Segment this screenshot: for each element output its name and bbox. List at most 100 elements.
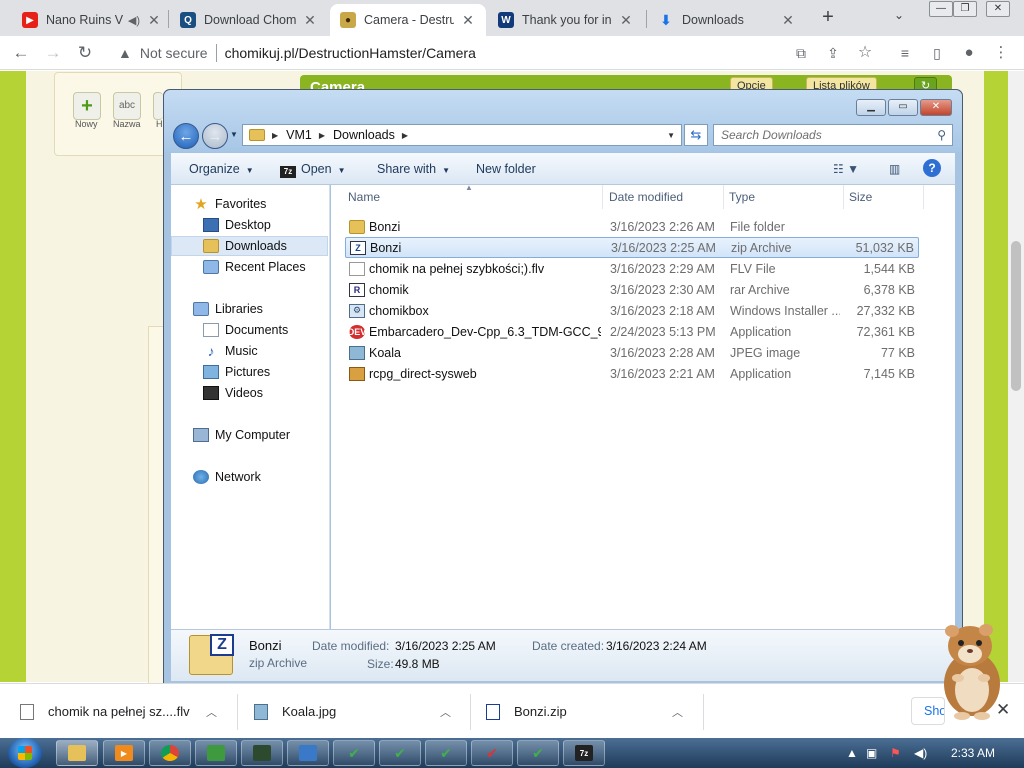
close-tab-icon[interactable]: ✕ <box>460 12 476 29</box>
partial-tool-icon[interactable] <box>153 92 163 120</box>
search-icon[interactable]: ⚲ <box>937 128 946 142</box>
taskbar-app-terminal[interactable] <box>241 740 283 766</box>
back-arrow-icon[interactable]: ← <box>173 123 199 149</box>
menu-kebab-icon[interactable]: ⋮ <box>990 42 1012 64</box>
tab-camera[interactable]: ● Camera - Destruc ✕ <box>330 4 486 36</box>
nav-pictures[interactable]: Pictures <box>171 362 328 382</box>
file-row[interactable]: Koala 3/16/2023 2:28 AM JPEG image 77 KB <box>345 342 919 363</box>
speaker-icon[interactable]: ◀) <box>128 14 140 27</box>
taskbar-app-check-3[interactable]: ✔ <box>425 740 467 766</box>
change-view-icon[interactable]: ☷ ▼ <box>833 162 859 176</box>
bookmark-star-icon[interactable]: ☆ <box>854 42 876 64</box>
file-row-selected[interactable]: Z Bonzi 3/16/2023 2:25 AM zip Archive 51,03… <box>345 237 919 258</box>
help-icon[interactable]: ? <box>923 159 941 177</box>
file-row[interactable]: ⚙ chomikbox 3/16/2023 2:18 AM Windows Inst… <box>345 300 919 321</box>
close-tab-icon[interactable]: ✕ <box>302 12 318 29</box>
close-tab-icon[interactable]: ✕ <box>618 12 634 29</box>
close-window-icon[interactable]: ✕ <box>986 1 1010 17</box>
close-tab-icon[interactable]: ✕ <box>146 12 162 29</box>
nav-favorites[interactable]: ★ Favorites <box>171 194 328 214</box>
chevron-up-icon[interactable]: ︿ <box>206 704 217 720</box>
taskbar-app-check-2[interactable]: ✔ <box>379 740 421 766</box>
restore-window-icon[interactable]: ❐ <box>953 1 977 17</box>
search-input[interactable]: Search Downloads ⚲ <box>713 124 953 146</box>
nav-network[interactable]: Network <box>171 467 328 487</box>
side-panel-icon[interactable]: ▯ <box>926 42 948 64</box>
taskbar-explorer[interactable] <box>56 740 98 766</box>
nav-desktop[interactable]: Desktop <box>171 215 328 235</box>
action-center-icon[interactable]: ⚑ <box>890 746 901 760</box>
close-button[interactable]: ✕ <box>920 99 952 116</box>
preview-pane-icon[interactable]: ▥ <box>889 162 900 176</box>
column-header-date[interactable]: Date modified <box>604 185 724 209</box>
taskbar-app-green[interactable] <box>195 740 237 766</box>
taskbar-app-red[interactable]: ✔ <box>471 740 513 766</box>
close-tab-icon[interactable]: ✕ <box>780 12 796 29</box>
volume-icon[interactable]: ◀) <box>914 746 927 760</box>
download-item-flv[interactable]: chomik na pełnej sz....flv ︿ <box>20 684 236 739</box>
omnibox[interactable]: ▲ Not secure chomikuj.pl/DestructionHams… <box>110 39 782 67</box>
nav-documents[interactable]: Documents <box>171 320 328 340</box>
file-row[interactable]: rcpg_direct-sysweb 3/16/2023 2:21 AM Appli… <box>345 363 919 384</box>
file-row[interactable]: Bonzi 3/16/2023 2:26 AM File folder <box>345 216 919 237</box>
chevron-up-icon[interactable]: ︿ <box>440 704 451 720</box>
media-queue-icon[interactable]: ≡ <box>894 42 916 64</box>
start-button[interactable] <box>8 738 42 768</box>
tab-download-chomikbox[interactable]: Q Download Chomi ✕ <box>170 4 328 36</box>
tray-expand-icon[interactable]: ▲ <box>846 746 858 760</box>
scrollbar-thumb[interactable] <box>1011 241 1021 391</box>
tab-search-chevron-icon[interactable]: ⌄ <box>894 8 904 22</box>
taskbar-media-player[interactable]: ▶ <box>103 740 145 766</box>
tab-downloads[interactable]: ⬇ Downloads ✕ <box>648 4 806 36</box>
minimize-button[interactable]: ▁ <box>856 99 886 116</box>
url-text[interactable]: chomikuj.pl/DestructionHamster/Camera <box>225 45 476 61</box>
file-row[interactable]: R chomik 3/16/2023 2:30 AM rar Archive 6,37… <box>345 279 919 300</box>
file-row[interactable]: chomik na pełnej szybkości;).flv 3/16/202… <box>345 258 919 279</box>
taskbar-7zip[interactable]: 7z <box>563 740 605 766</box>
translate-icon[interactable]: ⧉ <box>790 42 812 64</box>
chevron-up-icon[interactable]: ︿ <box>672 704 683 720</box>
file-row[interactable]: DEV Embarcadero_Dev-Cpp_6.3_TDM-GCC_9...… <box>345 321 919 342</box>
taskbar-app-check-4[interactable]: ✔ <box>517 740 559 766</box>
nav-downloads[interactable]: Downloads <box>171 236 328 256</box>
reload-icon[interactable]: ↻ <box>74 42 96 64</box>
address-bar[interactable]: ▶ VM1 ▶ Downloads ▶ ▼ <box>242 124 682 146</box>
share-icon[interactable]: ⇪ <box>822 42 844 64</box>
forward-arrow-icon[interactable]: → <box>42 42 64 64</box>
nav-recent-places[interactable]: Recent Places <box>171 257 328 277</box>
new-plus-icon[interactable]: + <box>73 92 101 120</box>
new-folder-button[interactable]: New folder <box>476 162 536 176</box>
nav-my-computer[interactable]: My Computer <box>171 425 328 445</box>
organize-button[interactable]: Organize ▼ <box>189 162 254 176</box>
breadcrumb-downloads[interactable]: Downloads <box>333 128 395 142</box>
network-tray-icon[interactable]: ▣ <box>866 746 877 760</box>
taskbar-chrome[interactable] <box>149 740 191 766</box>
nav-videos[interactable]: Videos <box>171 383 328 403</box>
column-header-type[interactable]: Type <box>724 185 844 209</box>
history-dropdown-icon[interactable]: ▼ <box>230 130 238 139</box>
download-item-koala[interactable]: Koala.jpg ︿ <box>254 684 469 739</box>
taskbar-app-check-1[interactable]: ✔ <box>333 740 375 766</box>
page-scrollbar[interactable] <box>1008 71 1024 682</box>
taskbar-app-window[interactable] <box>287 740 329 766</box>
column-header-size[interactable]: Size <box>844 185 924 209</box>
address-dropdown-icon[interactable]: ▼ <box>667 131 675 140</box>
nav-libraries[interactable]: Libraries <box>171 299 328 319</box>
nav-music[interactable]: ♪ Music <box>171 341 328 361</box>
system-clock[interactable]: 2:33 AM <box>951 746 995 760</box>
share-with-button[interactable]: Share with ▼ <box>377 162 450 176</box>
maximize-button[interactable]: ▭ <box>888 99 918 116</box>
tab-nano-ruins[interactable]: ▶ Nano Ruins V ◀) ✕ <box>12 4 172 36</box>
warning-triangle-icon[interactable]: ▲ <box>118 45 132 61</box>
download-item-bonzi-zip[interactable]: Bonzi.zip ︿ <box>486 684 702 739</box>
minimize-window-icon[interactable]: — <box>929 1 953 17</box>
forward-arrow-icon[interactable]: → <box>202 123 228 149</box>
column-header-name[interactable]: Name <box>343 185 603 209</box>
open-button[interactable]: 7z Open ▼ <box>280 162 346 178</box>
profile-avatar-icon[interactable]: ● <box>958 42 980 64</box>
breadcrumb-vm1[interactable]: VM1 <box>286 128 312 142</box>
refresh-icon[interactable]: ⇆ <box>684 124 708 146</box>
tab-thank-you[interactable]: W Thank you for ins ✕ <box>488 4 644 36</box>
rename-abc-icon[interactable]: abc <box>113 92 141 120</box>
back-arrow-icon[interactable]: ← <box>10 42 32 64</box>
